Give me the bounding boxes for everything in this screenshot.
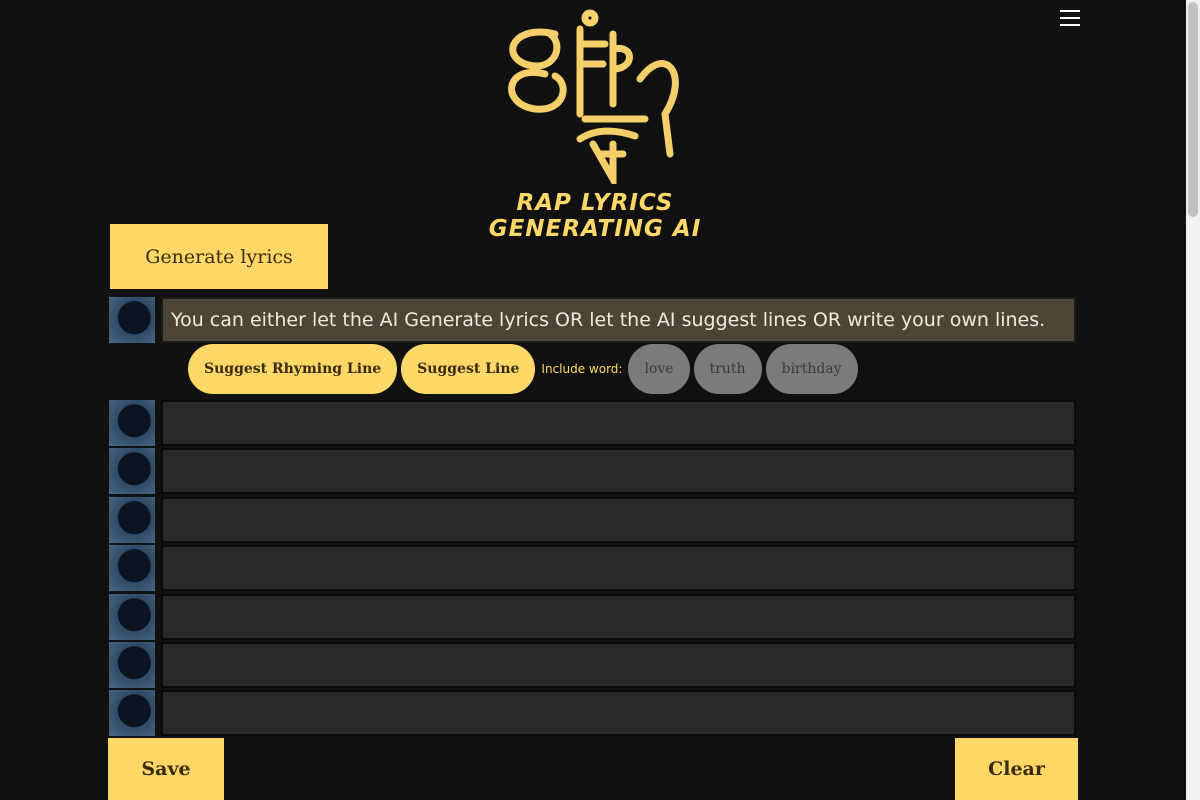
lyric-line-input[interactable]	[161, 297, 1076, 343]
lyric-line-input[interactable]	[161, 545, 1076, 591]
lyric-row	[109, 594, 1076, 640]
lyric-row	[109, 497, 1076, 543]
microphone-icon	[109, 545, 155, 591]
lyric-line-input[interactable]	[161, 594, 1076, 640]
generate-lyrics-button[interactable]: Generate lyrics	[110, 224, 328, 289]
microphone-icon	[109, 297, 155, 343]
microphone-icon	[109, 594, 155, 640]
microphone-icon	[109, 690, 155, 736]
lyric-line-input[interactable]	[161, 690, 1076, 736]
subtitle: RAP LYRICS GENERATING AI	[488, 190, 702, 242]
microphone-icon	[109, 448, 155, 494]
suggest-rhyming-line-button[interactable]: Suggest Rhyming Line	[188, 344, 398, 394]
lyric-row	[109, 545, 1076, 591]
lyric-line-input[interactable]	[161, 497, 1076, 543]
hamburger-menu-icon[interactable]	[1060, 10, 1080, 28]
lyric-line-input[interactable]	[161, 400, 1076, 446]
scrollbar-thumb[interactable]	[1188, 2, 1198, 217]
deep-beat-logo	[508, 9, 679, 184]
microphone-icon	[109, 642, 155, 688]
word-chip-birthday[interactable]: birthday	[765, 344, 858, 394]
microphone-icon	[109, 497, 155, 543]
suggest-line-button[interactable]: Suggest Line	[401, 344, 536, 394]
suggestion-bar: Suggest Rhyming Line Suggest Line Includ…	[188, 344, 858, 394]
lyric-row	[109, 400, 1076, 446]
lyric-row	[109, 448, 1076, 494]
lyric-row	[109, 690, 1076, 736]
clear-button[interactable]: Clear	[955, 738, 1078, 800]
microphone-icon	[109, 400, 155, 446]
lyric-line-input[interactable]	[161, 448, 1076, 494]
lyric-line-input[interactable]	[161, 642, 1076, 688]
lyric-row	[109, 297, 1076, 343]
lyric-row	[109, 642, 1076, 688]
include-word-label: Include word:	[541, 362, 623, 376]
word-chip-truth[interactable]: truth	[693, 344, 762, 394]
word-chip-love[interactable]: love	[628, 344, 690, 394]
save-button[interactable]: Save	[108, 738, 224, 800]
